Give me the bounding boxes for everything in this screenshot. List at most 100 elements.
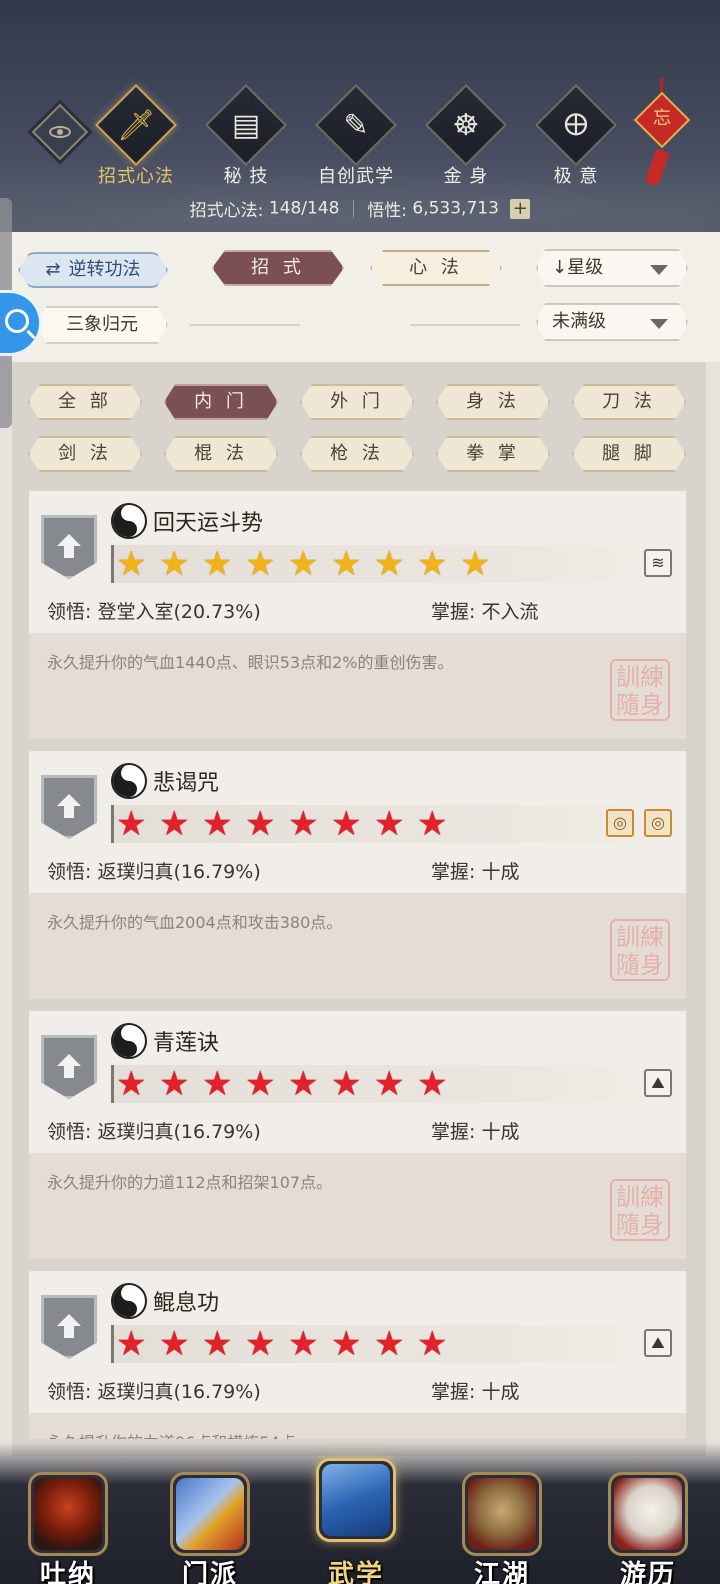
mastery-row: 掌握: 十成 xyxy=(431,1377,519,1404)
skill-name: 回天运斗势 xyxy=(153,511,264,536)
category-spear[interactable]: 枪 法 xyxy=(300,436,414,472)
star-icon: ★ xyxy=(417,544,448,584)
arrow-up-icon xyxy=(57,1054,81,1066)
tab-moves[interactable]: 招 式 xyxy=(212,250,344,286)
insight-label: 悟性: xyxy=(367,201,407,221)
tab-label: 金 身 xyxy=(443,166,489,187)
straw-hat-icon xyxy=(468,1478,536,1550)
star-icon: ★ xyxy=(116,544,147,584)
comprehension-value: 返璞归真(16.79%) xyxy=(97,1381,261,1403)
star-icon: ★ xyxy=(288,804,319,844)
category-sword[interactable]: 剑 法 xyxy=(28,436,142,472)
star-icon: ★ xyxy=(374,804,405,844)
star-icon: ★ xyxy=(116,1064,147,1104)
category-inner[interactable]: 内 门 xyxy=(164,384,278,420)
star-icon: ★ xyxy=(202,804,233,844)
wave-icon[interactable]: ≋ xyxy=(644,549,672,577)
three-elements-button[interactable]: 三象归元 xyxy=(36,306,168,344)
mastery-value: 十成 xyxy=(481,1121,520,1143)
star-icon: ★ xyxy=(288,544,319,584)
upgrade-badge-icon[interactable] xyxy=(41,775,97,839)
category-all[interactable]: 全 部 xyxy=(28,384,142,420)
star-icon: ★ xyxy=(417,1324,448,1364)
moves-label: 招式心法: xyxy=(189,201,264,221)
lucky-charm-button[interactable]: 忘 xyxy=(633,78,691,188)
comprehension-row: 领悟: 返璞归真(16.79%) xyxy=(47,857,261,884)
star-icon: ★ xyxy=(159,804,190,844)
star-icon: ★ xyxy=(159,1324,190,1364)
nav-sect[interactable]: 门派 xyxy=(160,1458,260,1584)
star-icon: ★ xyxy=(245,804,276,844)
skill-card[interactable]: 回天运斗势 ★ ★ ★ ★ ★ ★ ★ ★ ★ ≋ 领悟: 登堂入室(20.73%) 掌握: 不入流 永久… xyxy=(28,490,687,739)
mountain-icon[interactable]: ⛰ xyxy=(644,1329,672,1357)
tab-golden-body[interactable]: ☸ 金 身 xyxy=(416,83,516,190)
skill-description: 永久提升你的力道112点和招架107点。 xyxy=(47,1173,333,1192)
arrow-up-stem xyxy=(64,1326,74,1338)
skill-card[interactable]: 青莲诀 ★ ★ ★ ★ ★ ★ ★ ★ ⛰ 领悟: 返璞归真(16.79%) 掌握: 十成 永久提升你的… xyxy=(28,1010,687,1259)
tab-ultimate[interactable]: 🜨 极 意 xyxy=(526,83,626,190)
reverse-technique-button[interactable]: ⇄ 逆转功法 xyxy=(18,252,168,288)
star-icon: ★ xyxy=(331,544,362,584)
star-icon: ★ xyxy=(116,1324,147,1364)
nav-label: 武学 xyxy=(327,1560,384,1584)
skill-name: 青莲诀 xyxy=(153,1031,220,1056)
comprehension-value: 返璞归真(16.79%) xyxy=(97,1121,261,1143)
nav-jianghu[interactable]: 江湖 xyxy=(452,1458,552,1584)
category-staff[interactable]: 棍 法 xyxy=(164,436,278,472)
category-blade[interactable]: 刀 法 xyxy=(572,384,686,420)
nav-travel[interactable]: 游历 xyxy=(598,1458,698,1584)
star-icon: ★ xyxy=(374,1324,405,1364)
star-rating: ★ ★ ★ ★ ★ ★ ★ ★ ★ xyxy=(111,545,671,583)
star-icon: ★ xyxy=(245,544,276,584)
sort-select[interactable]: ↓星级 xyxy=(536,249,688,287)
ring-icon[interactable]: ◎ xyxy=(644,809,672,837)
comprehension-label: 领悟: xyxy=(47,1121,92,1143)
skill-card[interactable]: 鲲息功★★★★★★★★⛰领悟: 返璞归真(16.79%)掌握: 十成永久提升你的… xyxy=(28,1270,687,1440)
mountain-icon[interactable]: ⛰ xyxy=(644,1069,672,1097)
tab-secret-skill[interactable]: ▤ 秘 技 xyxy=(196,83,296,190)
mastery-label: 掌握: xyxy=(431,601,476,623)
nav-martial[interactable]: 武学 xyxy=(306,1458,406,1584)
upgrade-badge-icon[interactable] xyxy=(41,1035,97,1099)
yin-dot xyxy=(121,505,137,521)
upgrade-badge-icon[interactable] xyxy=(41,515,97,579)
mastery-value: 十成 xyxy=(481,1381,520,1403)
category-movement[interactable]: 身 法 xyxy=(436,384,550,420)
nav-breathing[interactable]: 吐纳 xyxy=(18,1458,118,1584)
star-icon: ★ xyxy=(245,1324,276,1364)
tab-label: 自创武学 xyxy=(318,166,394,187)
star-rating: ★ ★ ★ ★ ★ ★ ★ ★ xyxy=(111,805,671,843)
yin-yang-icon xyxy=(111,763,147,799)
book-icon: ▤ xyxy=(231,108,261,143)
nav-label: 门派 xyxy=(181,1560,238,1584)
tab-custom-martial[interactable]: ✎ 自创武学 xyxy=(306,83,406,190)
tab-mind[interactable]: 心 法 xyxy=(370,250,502,286)
yang-dot xyxy=(121,781,137,797)
upgrade-badge-icon[interactable] xyxy=(41,1295,97,1359)
comprehension-label: 领悟: xyxy=(47,1381,92,1403)
category-leg[interactable]: 腿 脚 xyxy=(572,436,686,472)
skill-name: 鲲息功 xyxy=(153,1291,220,1316)
mastery-row: 掌握: 十成 xyxy=(431,1117,519,1144)
yang-dot xyxy=(121,521,137,537)
add-insight-button[interactable]: + xyxy=(510,198,531,219)
monk-icon xyxy=(34,1478,102,1550)
horse-icon xyxy=(614,1478,682,1550)
arrow-up-icon xyxy=(57,534,81,546)
skill-description: 永久提升你的气血1440点、眼识53点和2%的重创伤害。 xyxy=(47,653,454,672)
tab-label: 秘 技 xyxy=(223,166,269,187)
ring-icon[interactable]: ◎ xyxy=(606,809,634,837)
eye-icon xyxy=(49,126,71,138)
star-icon: ★ xyxy=(159,544,190,584)
skill-card[interactable]: 悲谒咒 ★ ★ ★ ★ ★ ★ ★ ★ ◎ ◎ 领悟: 返璞归真(16.79%) 掌握: 十成 永久提升你… xyxy=(28,750,687,999)
tab-moves-mind[interactable]: 🗡 招式心法 xyxy=(86,83,186,190)
category-fist[interactable]: 拳 掌 xyxy=(436,436,550,472)
star-icon: ★ xyxy=(116,804,147,844)
star-icon: ★ xyxy=(159,1064,190,1104)
arrow-up-icon xyxy=(57,794,81,806)
category-outer[interactable]: 外 门 xyxy=(300,384,414,420)
level-select[interactable]: 未满级 xyxy=(536,303,688,341)
star-icon: ★ xyxy=(202,1324,233,1364)
comprehension-value: 返璞归真(16.79%) xyxy=(97,861,261,883)
star-icon: ★ xyxy=(331,1324,362,1364)
